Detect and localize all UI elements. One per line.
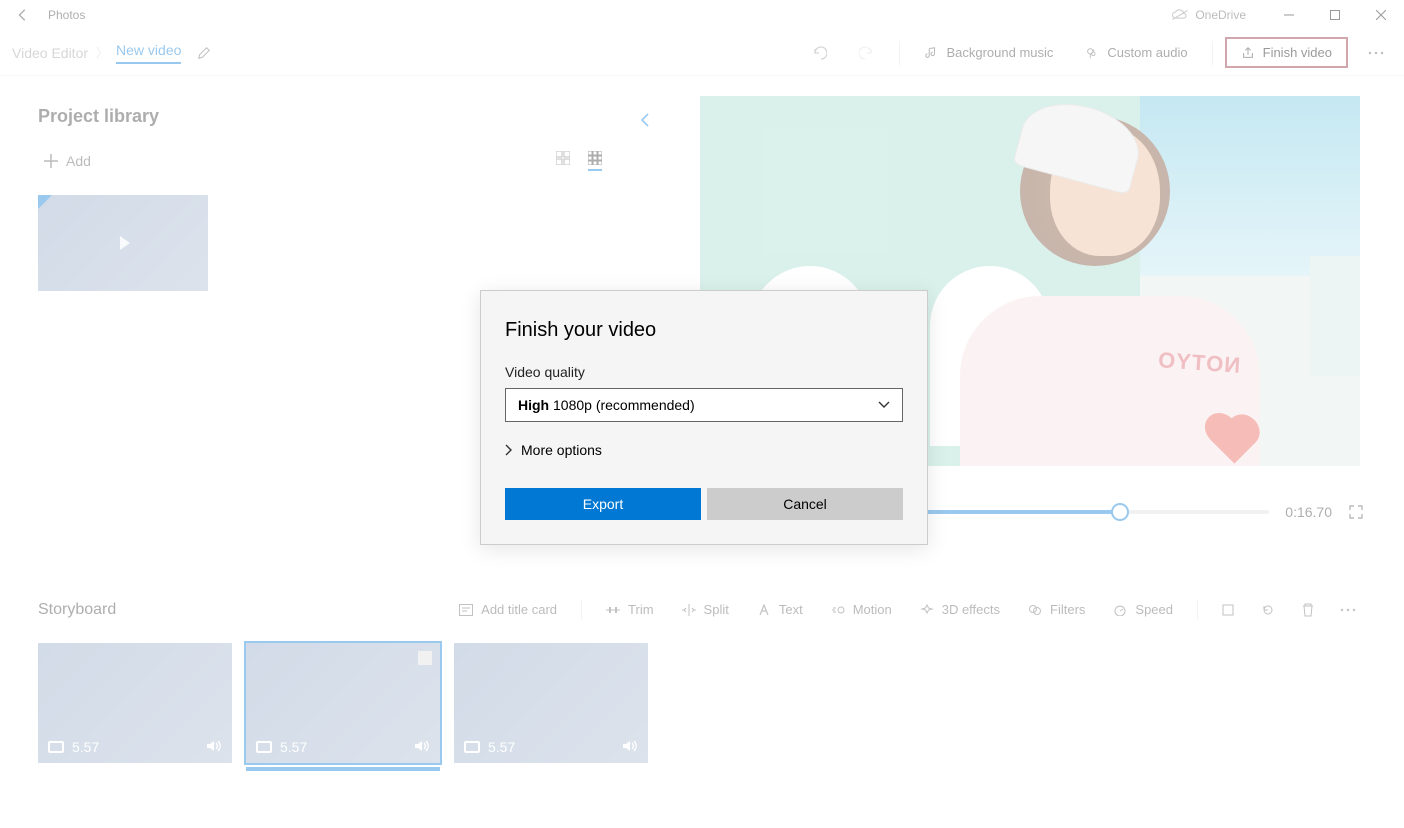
chevron-down-icon: [878, 401, 890, 409]
finish-video-dialog: Finish your video Video quality High 108…: [480, 290, 928, 545]
more-options-toggle[interactable]: More options: [505, 442, 903, 458]
export-button[interactable]: Export: [505, 488, 701, 520]
chevron-right-icon: [505, 444, 513, 456]
dialog-title: Finish your video: [505, 319, 903, 342]
video-quality-label: Video quality: [505, 364, 903, 380]
cancel-button[interactable]: Cancel: [707, 488, 903, 520]
video-quality-select[interactable]: High 1080p (recommended): [505, 388, 903, 422]
